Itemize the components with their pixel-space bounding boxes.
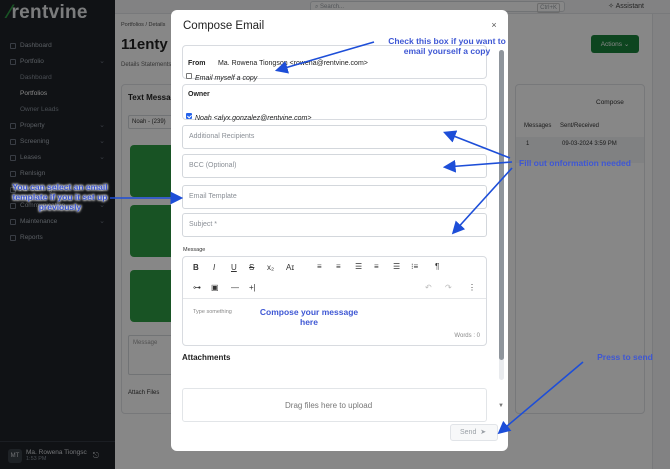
- dropzone-text: Drag files here to upload: [285, 401, 373, 410]
- email-template-select[interactable]: Email Template: [182, 185, 487, 209]
- editor-toolbar: B I U S x₂ Aɪ ≡ ≡ ☰ ≡ ☰ ⁝≡ ¶ ⊶ ▣ — +| ↶ …: [183, 257, 486, 299]
- italic-icon[interactable]: I: [213, 263, 215, 272]
- subject-input[interactable]: Subject *: [182, 213, 487, 237]
- scroll-down-icon[interactable]: ▼: [498, 403, 504, 409]
- insert-icon[interactable]: +|: [249, 283, 256, 292]
- list-icon[interactable]: ☰: [393, 262, 400, 271]
- send-label: Send: [460, 429, 477, 436]
- align-right-icon[interactable]: ≡: [374, 262, 379, 271]
- paragraph-icon[interactable]: ¶: [435, 262, 439, 271]
- email-myself-label: Email myself a copy: [195, 75, 258, 82]
- message-editor: B I U S x₂ Aɪ ≡ ≡ ☰ ≡ ☰ ⁝≡ ¶ ⊶ ▣ — +| ↶ …: [182, 256, 487, 346]
- close-icon[interactable]: ×: [489, 20, 499, 30]
- annotation-compose-note: Compose your message here: [259, 307, 359, 327]
- send-button[interactable]: Send ➤: [450, 424, 498, 441]
- annotation-fill-out-note: Fill out onformation needed: [519, 158, 631, 168]
- compose-email-modal: Compose Email × From Ma. Rowena Tiongson…: [171, 10, 508, 451]
- annotation-template-note: You can select an email template if you …: [12, 182, 108, 212]
- email-myself-row[interactable]: Email myself a copy: [186, 67, 257, 85]
- underline-icon[interactable]: U: [231, 263, 237, 272]
- owner-card: Owner Noah <alyx.gonzalez@rentvine.com>: [182, 84, 487, 122]
- redo-icon[interactable]: ↷: [445, 283, 452, 292]
- font-size-icon[interactable]: Aɪ: [286, 263, 294, 272]
- attachments-label: Attachments: [182, 353, 231, 362]
- modal-title: Compose Email: [183, 20, 265, 32]
- email-myself-checkbox[interactable]: [186, 72, 192, 79]
- strikethrough-icon[interactable]: S: [249, 263, 254, 272]
- align-left-icon[interactable]: ≡: [317, 262, 322, 271]
- undo-icon[interactable]: ↶: [425, 283, 432, 292]
- owner-checkbox[interactable]: [186, 112, 192, 119]
- align-center-icon[interactable]: ≡: [336, 262, 341, 271]
- editor-body[interactable]: Type something: [193, 309, 232, 315]
- from-label: From: [188, 60, 206, 67]
- bold-icon[interactable]: B: [193, 263, 199, 272]
- annotation-send-note: Press to send: [597, 352, 653, 362]
- bcc-input[interactable]: BCC (Optional): [182, 154, 487, 178]
- from-value: Ma. Rowena Tiongson <rowena@rentvine.com…: [217, 60, 368, 67]
- subscript-icon[interactable]: x₂: [267, 263, 274, 272]
- bullet-list-icon[interactable]: ⁝≡: [411, 262, 418, 271]
- upload-dropzone[interactable]: Drag files here to upload: [182, 388, 487, 422]
- modal-scroll-thumb[interactable]: [499, 50, 504, 360]
- owner-recipient-row[interactable]: Noah <alyx.gonzalez@rentvine.com>: [186, 107, 311, 125]
- word-count: Words : 0: [454, 333, 480, 339]
- app: ⁄rentvine Dashboard Portfolio ⌄ Dashboard…: [0, 0, 670, 469]
- align-justify-icon[interactable]: ☰: [355, 262, 362, 271]
- additional-recipients-input[interactable]: Additional Recipients: [182, 125, 487, 149]
- horizontal-rule-icon[interactable]: —: [231, 283, 239, 292]
- owner-value: Noah <alyx.gonzalez@rentvine.com>: [195, 115, 312, 122]
- more-options-icon[interactable]: ⋮: [468, 283, 476, 292]
- link-icon[interactable]: ⊶: [193, 283, 201, 292]
- send-icon: ➤: [480, 429, 487, 436]
- annotation-checkbox-note: Check this box if you want to email your…: [388, 36, 506, 56]
- image-icon[interactable]: ▣: [211, 283, 219, 292]
- message-label: Message: [183, 247, 206, 253]
- owner-label: Owner: [188, 91, 210, 98]
